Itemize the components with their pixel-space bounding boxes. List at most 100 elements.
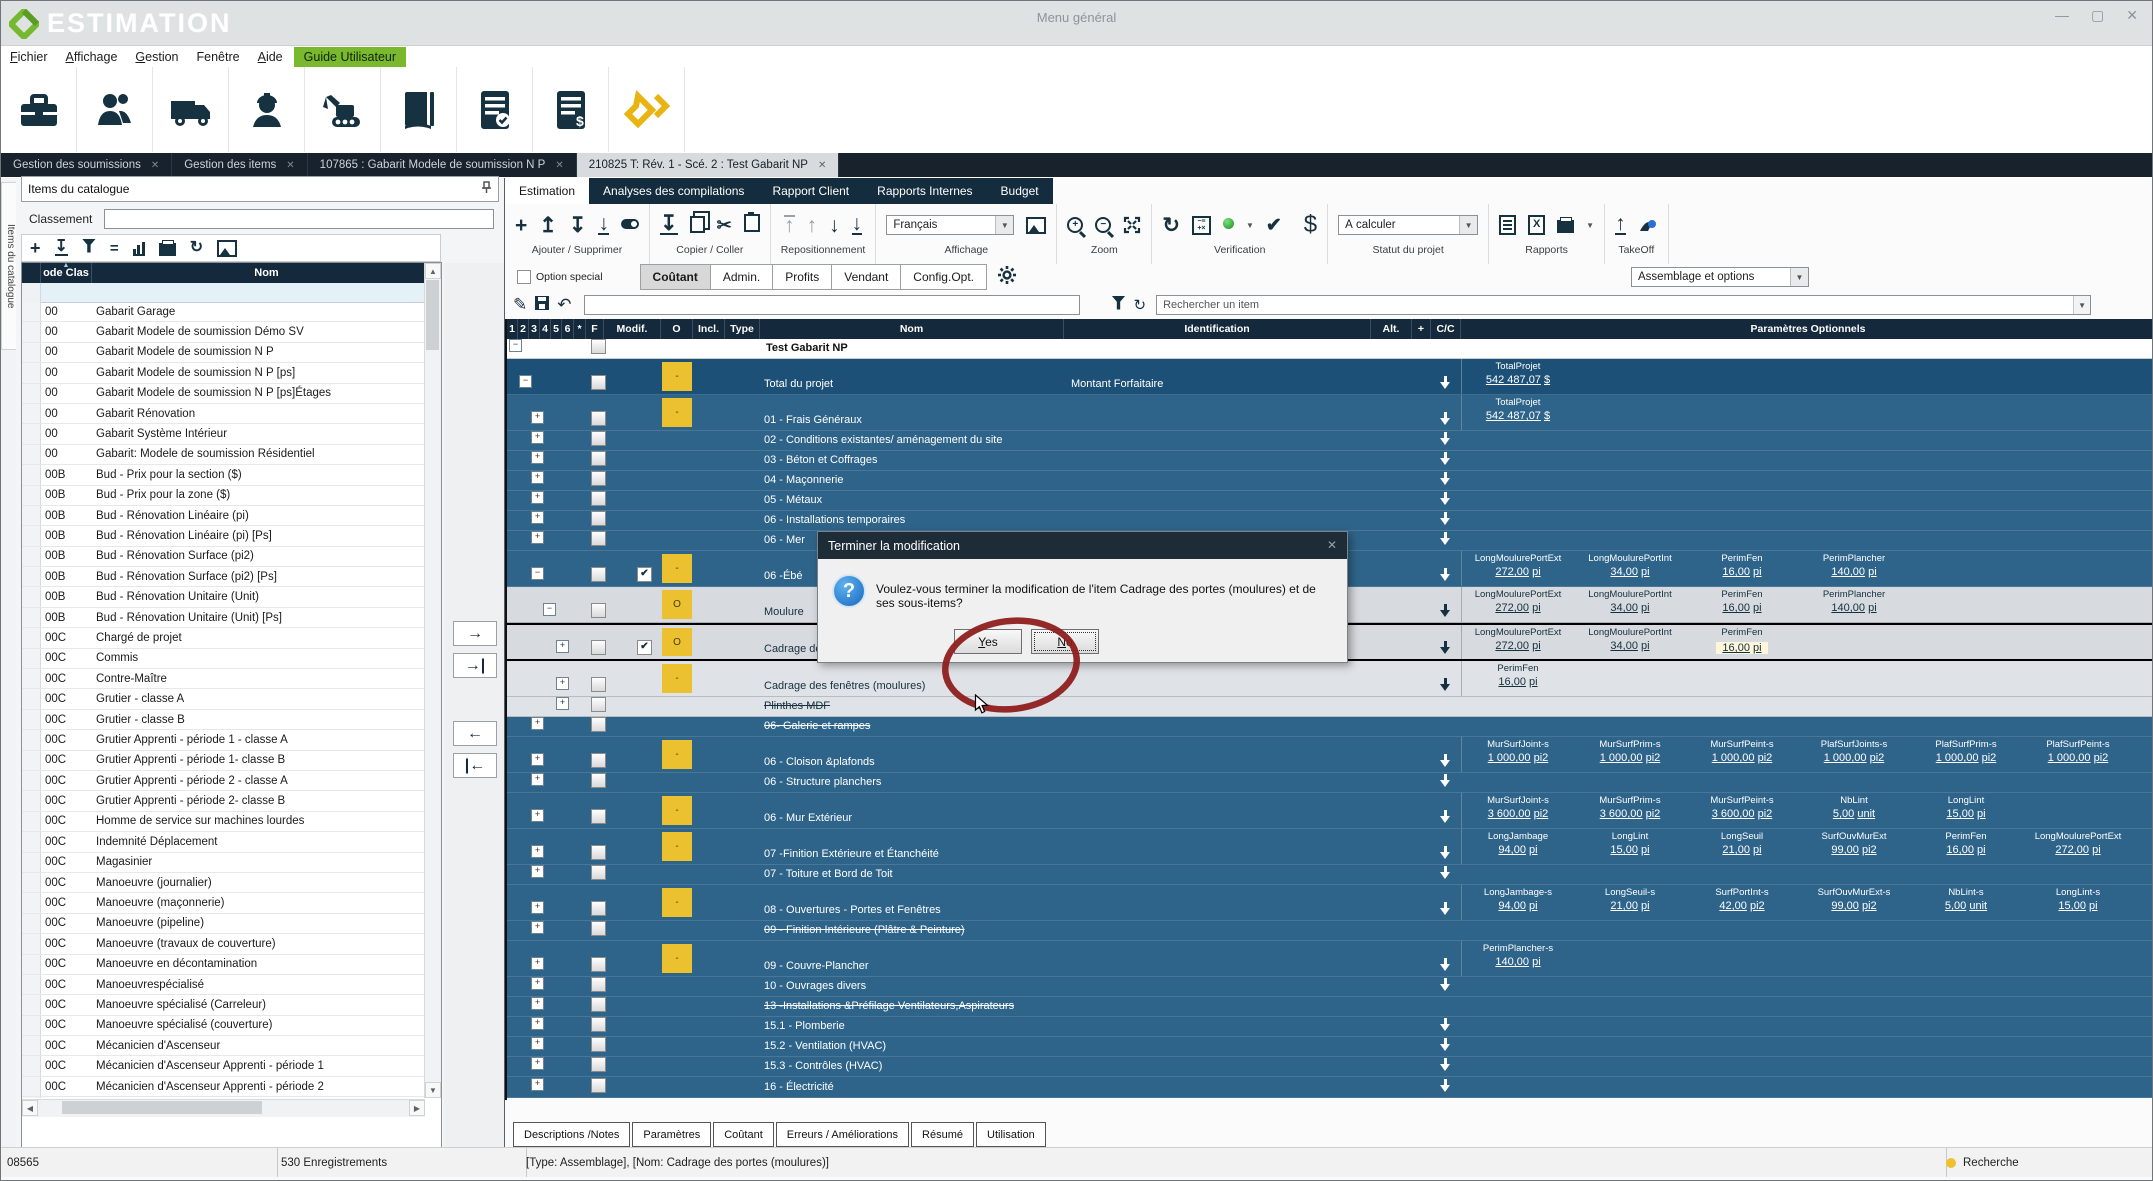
row-selector[interactable]: [22, 955, 41, 974]
grid-col-header-4[interactable]: 4: [540, 319, 551, 339]
catalog-row[interactable]: 00Gabarit Modele de soumission N P [ps]: [22, 363, 425, 383]
row-checkbox[interactable]: [591, 531, 606, 546]
insert-below-icon[interactable]: ↧: [569, 215, 587, 236]
toggle-icon[interactable]: [621, 216, 639, 234]
grid-col-header-[interactable]: +: [1412, 319, 1431, 339]
catalog-row[interactable]: 00CGrutier Apprenti - période 2 - classe…: [22, 771, 425, 791]
grid-row[interactable]: +16 - Électricité: [507, 1077, 2153, 1098]
param-cell[interactable]: PlafSurfPeint-s1 000,00 pi2: [2022, 737, 2134, 772]
row-selector[interactable]: [22, 424, 41, 443]
row-selector[interactable]: [22, 363, 41, 382]
status-search[interactable]: Recherche: [1936, 1148, 2153, 1178]
row-checkbox[interactable]: [591, 603, 606, 618]
row-checkbox[interactable]: [591, 431, 606, 446]
catalog-row[interactable]: 00CMagasinier: [22, 853, 425, 873]
row-selector[interactable]: [22, 322, 41, 341]
catalog-row[interactable]: 00CGrutier Apprenti - période 2- classe …: [22, 791, 425, 811]
row-checkbox[interactable]: [591, 640, 606, 655]
param-cell[interactable]: LongMoulurePortExt272,00 pi: [1462, 625, 1574, 659]
chart-icon[interactable]: [133, 241, 145, 256]
param-cell[interactable]: LongMoulurePortExt272,00 pi: [2022, 829, 2134, 864]
option-flag-cell[interactable]: -: [662, 888, 692, 917]
expand-icon[interactable]: +: [531, 957, 544, 970]
catalog-row[interactable]: 00BBud - Rénovation Surface (pi2): [22, 547, 425, 567]
grid-row[interactable]: +03 - Béton et Coffrages: [507, 451, 2153, 471]
param-cell[interactable]: LongMoulurePortExt272,00 pi: [1462, 551, 1574, 586]
row-selector[interactable]: [22, 608, 41, 627]
row-selector[interactable]: [22, 302, 41, 321]
cc-down-arrow-icon[interactable]: [1438, 678, 1453, 692]
param-cell[interactable]: SurfOuvMurExt-s99,00 pi2: [1798, 885, 1910, 920]
param-value[interactable]: 94,00 pi: [1462, 900, 1574, 912]
row-selector[interactable]: [22, 1097, 41, 1098]
move-right-into-button[interactable]: →|: [453, 653, 497, 678]
estimation-gold-logo-icon[interactable]: [609, 67, 685, 152]
option-flag-cell[interactable]: -: [662, 554, 692, 583]
expand-icon[interactable]: +: [556, 697, 569, 710]
tab-close-icon[interactable]: ✕: [555, 160, 563, 171]
catalog-row[interactable]: 00BBud - Rénovation Unitaire (Unit) [Ps]: [22, 608, 425, 628]
catalog-row[interactable]: 00BBud - Rénovation Linéaire (pi): [22, 506, 425, 526]
param-cell[interactable]: TotalProjet542 487,07 $: [1462, 359, 1574, 394]
excel-export-icon[interactable]: X: [1528, 215, 1545, 235]
param-value[interactable]: 542 487,07 $: [1462, 410, 1574, 422]
grid-col-header-modif[interactable]: Modif.: [604, 319, 661, 339]
param-value[interactable]: 272,00 pi: [1462, 602, 1574, 614]
catalog-row[interactable]: 00CContre-Maître: [22, 669, 425, 689]
grid-row[interactable]: +06 - Installations temporaires: [507, 511, 2153, 531]
catalog-vscroll-thumb[interactable]: [426, 280, 439, 350]
row-checkbox[interactable]: [591, 511, 606, 526]
excavator-icon[interactable]: [305, 67, 381, 152]
expand-icon[interactable]: +: [531, 845, 544, 858]
row-checkbox[interactable]: [591, 921, 606, 936]
classement-input[interactable]: [104, 209, 494, 229]
param-cell[interactable]: NbLint-s5,00 unit: [1910, 885, 2022, 920]
param-cell[interactable]: MurSurfJoint-s1 000,00 pi2: [1462, 737, 1574, 772]
param-cell[interactable]: LongMoulurePortInt34,00 pi: [1574, 551, 1686, 586]
scroll-down-icon[interactable]: ▼: [425, 1082, 441, 1098]
expand-icon[interactable]: +: [531, 471, 544, 484]
expand-icon[interactable]: +: [531, 1057, 544, 1070]
grid-row[interactable]: +-01 - Frais GénérauxTotalProjet542 487,…: [507, 395, 2153, 431]
menu-item-affichage[interactable]: Affichage: [57, 48, 127, 66]
param-cell[interactable]: PerimFen16,00 pi: [1462, 661, 1574, 696]
facturation-icon[interactable]: $: [533, 67, 609, 152]
param-value[interactable]: 16,00 pi: [1716, 642, 1767, 654]
row-checkbox[interactable]: [591, 677, 606, 692]
chevron-down-icon[interactable]: ▼: [1246, 221, 1254, 230]
row-checkbox[interactable]: [591, 1017, 606, 1032]
row-selector[interactable]: [22, 771, 41, 790]
param-cell[interactable]: LongLint15,00 pi: [1574, 829, 1686, 864]
cc-down-arrow-icon[interactable]: [1438, 1079, 1453, 1093]
row-checkbox[interactable]: [591, 697, 606, 712]
catalog-row[interactable]: 00BBud - Rénovation Linéaire (pi) [Ps]: [22, 526, 425, 546]
catalog-row[interactable]: 00Gabarit Modele de soumission N P: [22, 343, 425, 363]
row-selector[interactable]: [22, 995, 41, 1014]
row-checkbox[interactable]: [591, 471, 606, 486]
expand-icon[interactable]: +: [531, 901, 544, 914]
expand-icon[interactable]: +: [531, 1078, 544, 1091]
catalog-row[interactable]: 00CManoeuvre (journalier): [22, 873, 425, 893]
search-refresh-icon[interactable]: ↻: [1134, 296, 1147, 314]
cc-down-arrow-icon[interactable]: [1438, 432, 1453, 446]
edit-pencil-icon[interactable]: ✎: [513, 295, 527, 315]
row-selector[interactable]: [22, 832, 41, 851]
save-icon[interactable]: [535, 296, 549, 315]
row-selector[interactable]: [22, 486, 41, 505]
option-flag-cell[interactable]: -: [662, 796, 692, 825]
modif-checkbox[interactable]: ✔: [637, 567, 652, 582]
param-value[interactable]: 1 000,00 pi2: [1798, 752, 1910, 764]
maximize-button[interactable]: ▢: [2091, 7, 2104, 24]
collapse-icon[interactable]: −: [531, 567, 544, 580]
cc-down-arrow-icon[interactable]: [1438, 866, 1453, 880]
cc-down-arrow-icon[interactable]: [1438, 452, 1453, 466]
catalog-row[interactable]: 00CChargé de projet: [22, 628, 425, 648]
catalog-row[interactable]: 00CManoeuvrespécialisé: [22, 975, 425, 995]
menu-item-guide-utilisateur[interactable]: Guide Utilisateur: [294, 47, 406, 67]
catalog-row[interactable]: 00CManoeuvre en décontamination: [22, 955, 425, 975]
grid-col-header-[interactable]: *: [574, 319, 586, 339]
param-cell[interactable]: PlafSurfPrim-s1 000,00 pi2: [1910, 737, 2022, 772]
catalog-row[interactable]: 00BBud - Rénovation Unitaire (Unit): [22, 587, 425, 607]
status-ball-icon[interactable]: [1223, 216, 1234, 234]
detail-tab-descriptions-notes[interactable]: Descriptions /Notes: [513, 1122, 630, 1147]
